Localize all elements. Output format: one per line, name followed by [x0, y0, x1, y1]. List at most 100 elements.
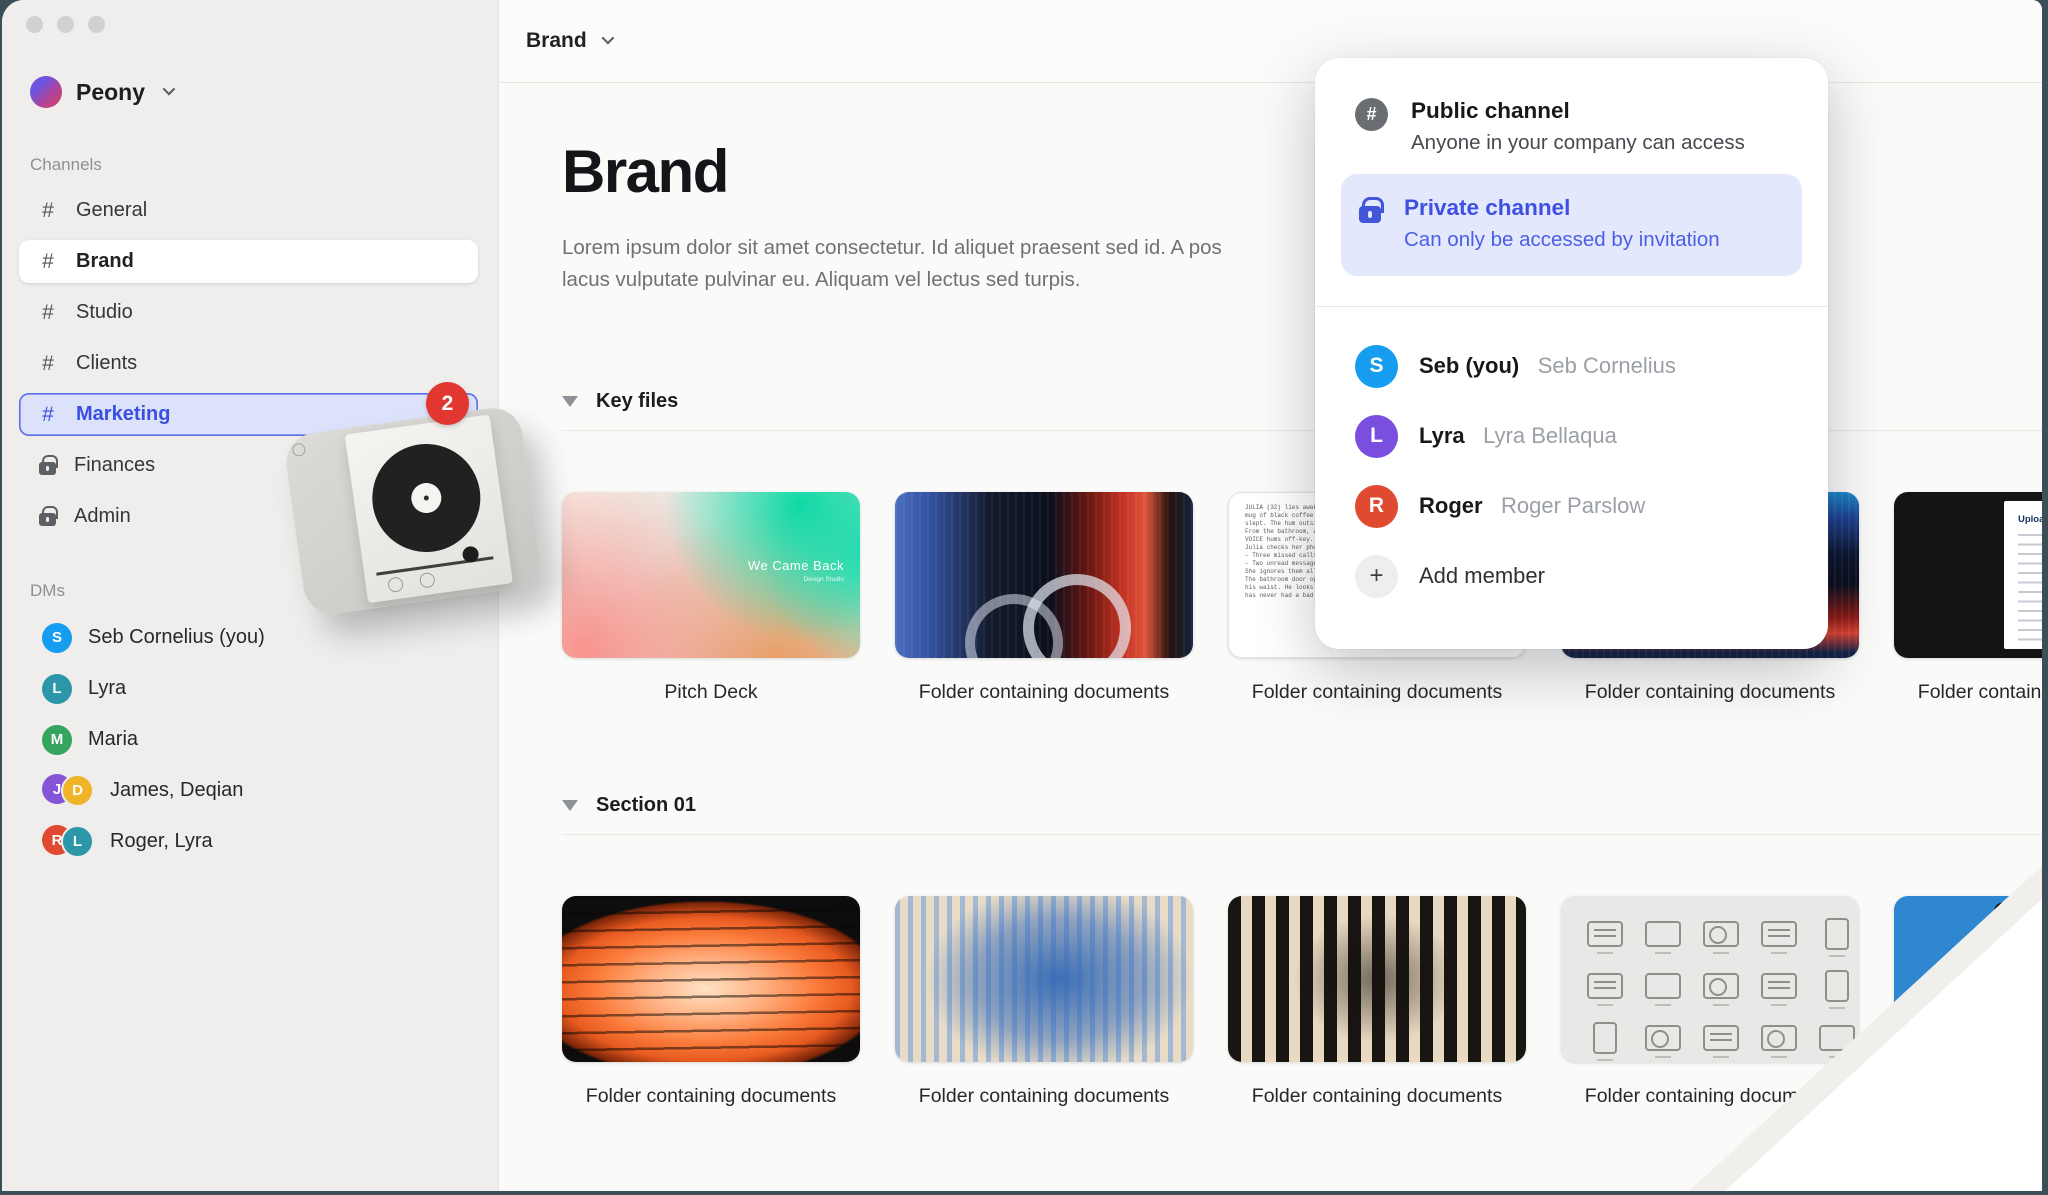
device-icon — [1819, 1025, 1855, 1051]
avatar: M — [42, 725, 72, 755]
member-row-seb[interactable]: S Seb (you) Seb Cornelius — [1355, 331, 1788, 401]
member-full-name: Lyra Bellaqua — [1483, 423, 1617, 448]
workspace-switcher[interactable]: Peony — [30, 76, 172, 108]
section-label: Section 01 — [596, 794, 696, 817]
vinyl-record — [365, 437, 487, 559]
sidebar-item-general[interactable]: # General — [19, 189, 478, 232]
folder-thumbnail — [562, 896, 860, 1062]
avatar: R — [1355, 485, 1398, 528]
document-title: Uploaded Agreement — [2018, 514, 2042, 525]
channel-label: Finances — [74, 454, 155, 477]
folder-card[interactable]: Folder containing documents — [1561, 896, 1859, 1108]
channel-label: Studio — [76, 301, 133, 324]
member-list: S Seb (you) Seb Cornelius L Lyra Lyra Be… — [1315, 307, 1828, 611]
unread-badge: 2 — [426, 382, 469, 425]
window-controls — [26, 16, 105, 33]
card-fold — [1894, 1016, 2014, 1062]
file-card-label: Folder containing documents — [1228, 681, 1526, 704]
option-subtitle: Anyone in your company can access — [1411, 128, 1745, 158]
sidebar-item-brand[interactable]: # Brand — [19, 240, 478, 283]
workspace-name: Peony — [76, 79, 145, 106]
dms-section-label: DMs — [30, 581, 65, 601]
option-private-channel[interactable]: Private channel Can only be accessed by … — [1341, 174, 1802, 276]
dm-item-seb[interactable]: S Seb Cornelius (you) — [19, 616, 478, 659]
folder-thumbnail — [1228, 896, 1526, 1062]
dm-item-roger-lyra[interactable]: R L Roger, Lyra — [19, 820, 478, 863]
document-body-lines — [2018, 534, 2042, 642]
lock-icon — [39, 462, 56, 475]
turntable-knob — [387, 576, 404, 593]
collapse-triangle-icon — [562, 800, 578, 811]
sidebar-item-clients[interactable]: # Clients — [19, 342, 478, 385]
chevron-down-icon — [163, 82, 176, 95]
folder-card[interactable]: Folder containing documents — [895, 492, 1193, 704]
device-icon — [1587, 973, 1623, 999]
member-full-name: Roger Parslow — [1501, 493, 1645, 518]
dm-label: Lyra — [88, 677, 126, 700]
lock-icon — [39, 513, 56, 526]
folder-card[interactable]: Folder containing documents — [1894, 896, 2042, 1108]
folder-card[interactable]: Folder containing documents — [1228, 896, 1526, 1108]
add-member-label: Add member — [1419, 563, 1545, 589]
channel-label: Marketing — [76, 403, 170, 426]
folder-card[interactable]: Folder containing documents — [895, 896, 1193, 1108]
breadcrumb[interactable]: Brand — [526, 29, 587, 53]
member-name: Lyra — [1419, 423, 1465, 448]
avatar: S — [1355, 345, 1398, 388]
turntable-knob — [419, 572, 436, 589]
option-public-channel[interactable]: # Public channel Anyone in your company … — [1355, 96, 1788, 158]
folder-thumbnail — [895, 896, 1193, 1062]
dm-label: Seb Cornelius (you) — [88, 626, 265, 649]
section-header-section-01[interactable]: Section 01 — [562, 794, 2042, 817]
lock-icon — [1359, 206, 1381, 223]
avatar: L — [1355, 415, 1398, 458]
avatar-pair: R L — [42, 825, 94, 858]
dm-label: Roger, Lyra — [110, 830, 213, 853]
section-label: Key files — [596, 390, 678, 413]
dm-item-james-deqian[interactable]: J D James, Deqian — [19, 769, 478, 812]
file-card-label: Folder containing documents — [562, 1085, 860, 1108]
workspace-avatar — [30, 76, 62, 108]
folder-card[interactable]: Folder containing documents — [562, 896, 860, 1108]
hash-icon: # — [38, 352, 58, 376]
document-preview: Uploaded Agreement — [2004, 501, 2042, 649]
traffic-light-minimize[interactable] — [57, 16, 74, 33]
sidebar-item-studio[interactable]: # Studio — [19, 291, 478, 334]
avatar: D — [61, 774, 94, 807]
section-01-row: Folder containing documents Folder conta… — [562, 896, 2042, 1108]
dm-label: Maria — [88, 728, 138, 751]
traffic-light-zoom[interactable] — [88, 16, 105, 33]
dm-item-lyra[interactable]: L Lyra — [19, 667, 478, 710]
traffic-light-close[interactable] — [26, 16, 43, 33]
option-subtitle: Can only be accessed by invitation — [1404, 225, 1720, 255]
device-icon — [1825, 918, 1849, 950]
device-icon — [1703, 921, 1739, 947]
avatar: S — [42, 623, 72, 653]
turntable-faceplate — [345, 414, 513, 603]
dm-list: S Seb Cornelius (you) L Lyra M Maria J D… — [2, 616, 498, 871]
section-divider — [562, 834, 2042, 835]
file-card-label: Folder containing documents — [1228, 1085, 1526, 1108]
folder-thumbnail — [1561, 896, 1859, 1062]
member-name: Roger — [1419, 493, 1483, 518]
member-row-roger[interactable]: R Roger Roger Parslow — [1355, 471, 1788, 541]
file-card-label: Folder containing documents — [895, 1085, 1193, 1108]
hash-icon: # — [38, 403, 58, 427]
device-icon — [1703, 973, 1739, 999]
folder-card[interactable]: Uploaded Agreement Folder containing doc… — [1894, 492, 2042, 704]
device-icon — [1761, 1025, 1797, 1051]
channel-label: Brand — [76, 250, 134, 273]
channel-label: Clients — [76, 352, 137, 375]
chevron-down-icon[interactable] — [601, 31, 614, 44]
file-card-label: Folder containing documents — [1894, 681, 2042, 704]
dm-label: James, Deqian — [110, 779, 243, 802]
file-card-label: Folder containing documents — [1894, 1085, 2042, 1108]
dm-item-maria[interactable]: M Maria — [19, 718, 478, 761]
member-row-lyra[interactable]: L Lyra Lyra Bellaqua — [1355, 401, 1788, 471]
file-card-pitch-deck[interactable]: We Came Back Design Studio Pitch Deck — [562, 492, 860, 704]
file-card-label: Folder containing documents — [895, 681, 1193, 704]
hash-circle-icon: # — [1355, 98, 1388, 131]
folder-thumbnail — [895, 492, 1193, 658]
app-window: Peony Channels # General # Brand # Studi… — [2, 0, 2042, 1191]
add-member-button[interactable]: + Add member — [1355, 541, 1788, 611]
